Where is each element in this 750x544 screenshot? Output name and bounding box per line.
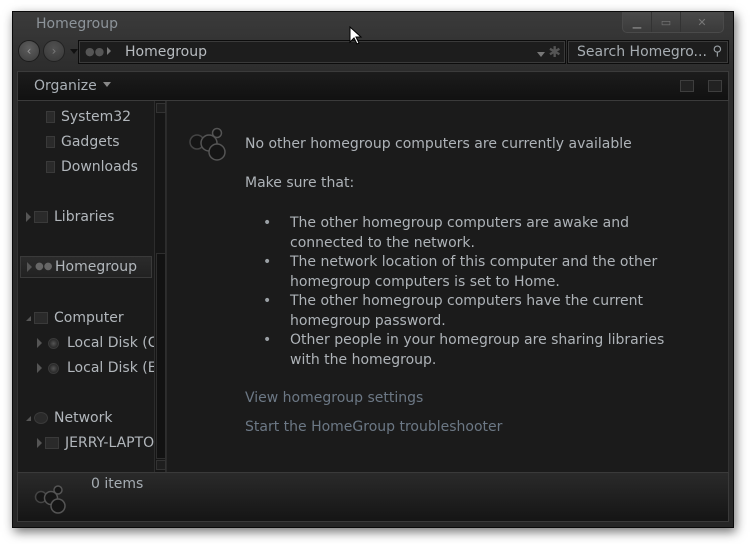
breadcrumb-chevron-icon[interactable] — [107, 47, 111, 55]
libraries-icon — [34, 211, 48, 223]
explorer-window: Homegroup ▁ ▭ ✕ ‹ › ●● Homegroup ✱ Searc… — [12, 11, 734, 528]
tree-item-gadgets[interactable]: Gadgets — [46, 131, 120, 153]
tree-item-system32[interactable]: System32 — [46, 106, 131, 128]
computer-icon — [45, 437, 59, 449]
command-bar: Organize — [17, 71, 729, 101]
maximize-icon: ▭ — [660, 15, 672, 29]
disk-icon — [48, 362, 59, 374]
computer-icon — [34, 312, 48, 324]
tree-item-label: Local Disk (E:) — [67, 360, 154, 376]
homegroup-icon: ●● — [85, 45, 105, 58]
view-homegroup-settings-link[interactable]: View homegroup settings — [245, 390, 423, 406]
expand-arrow-icon[interactable] — [37, 438, 42, 448]
window-title: Homegroup — [36, 16, 119, 32]
address-dropdown-icon[interactable] — [537, 52, 545, 57]
make-sure-heading: Make sure that: — [245, 175, 355, 191]
breadcrumb-homegroup[interactable]: Homegroup — [125, 44, 207, 60]
nav-pane-scrollbar[interactable] — [154, 101, 166, 472]
tree-item-label: Computer — [54, 310, 124, 326]
tree-item-libraries[interactable]: Libraries — [26, 206, 114, 228]
expand-arrow-icon[interactable] — [27, 262, 32, 272]
tree-item-label: System32 — [61, 109, 132, 125]
organize-button[interactable]: Organize — [34, 78, 111, 94]
tree-item-local-disk-e[interactable]: Local Disk (E:) — [37, 357, 154, 379]
tree-item-label: Network — [54, 410, 113, 426]
tree-item-computer[interactable]: Computer — [26, 307, 124, 329]
close-icon: ✕ — [697, 15, 707, 29]
search-icon[interactable]: ⚲ — [712, 44, 722, 59]
recent-pages-dropdown[interactable] — [70, 49, 78, 54]
tree-item-downloads[interactable]: Downloads — [46, 156, 138, 178]
requirement-item: The other homegroup computers are awake … — [245, 214, 665, 253]
tree-item-network[interactable]: Network — [26, 407, 112, 429]
refresh-icon[interactable]: ✱ — [548, 43, 561, 61]
content-area: System32 Gadgets Downloads Libraries ●● … — [17, 101, 729, 472]
scroll-up-button[interactable] — [156, 103, 166, 113]
help-icon[interactable] — [708, 80, 722, 92]
requirement-item: The other homegroup computers have the c… — [245, 292, 665, 331]
folder-icon — [46, 111, 55, 123]
back-button[interactable]: ‹ — [18, 40, 40, 62]
details-pane: 0 items — [17, 472, 729, 522]
close-button[interactable]: ✕ — [681, 12, 723, 32]
collapse-arrow-icon[interactable] — [26, 415, 31, 421]
folder-icon — [46, 161, 55, 173]
search-box[interactable]: Search Homegro... ⚲ — [567, 40, 729, 64]
collapse-arrow-icon[interactable] — [26, 315, 31, 321]
tree-item-label: Downloads — [61, 159, 138, 175]
requirement-item: Other people in your homegroup are shari… — [245, 331, 665, 370]
forward-button[interactable]: › — [43, 40, 65, 62]
minimize-icon: ▁ — [632, 15, 642, 29]
folder-icon — [46, 136, 55, 148]
homegroup-troubleshooter-link[interactable]: Start the HomeGroup troubleshooter — [245, 419, 502, 435]
expand-arrow-icon[interactable] — [37, 363, 42, 373]
homegroup-large-icon — [189, 127, 226, 161]
homegroup-icon: ●● — [35, 261, 53, 272]
requirement-item: The network location of this computer an… — [245, 253, 665, 292]
forward-arrow-icon: › — [51, 44, 57, 58]
scroll-thumb[interactable] — [156, 253, 166, 459]
scroll-down-button[interactable] — [156, 460, 166, 470]
item-count: 0 items — [91, 476, 144, 492]
tree-item-homegroup[interactable]: ●● Homegroup — [20, 256, 152, 278]
minimize-button[interactable]: ▁ — [623, 12, 652, 32]
address-bar[interactable]: ●● Homegroup ✱ — [78, 40, 566, 64]
tree-item-label: Homegroup — [55, 259, 138, 275]
tree-item-label: Local Disk (C: — [67, 335, 154, 351]
navigation-pane: System32 Gadgets Downloads Libraries ●● … — [18, 101, 154, 472]
tree-item-label: Gadgets — [61, 134, 120, 150]
back-arrow-icon: ‹ — [26, 44, 32, 58]
search-input[interactable]: Search Homegro... — [577, 44, 707, 60]
requirements-list: The other homegroup computers are awake … — [245, 214, 665, 370]
expand-arrow-icon[interactable] — [37, 338, 42, 348]
mouse-cursor-icon — [349, 26, 363, 45]
network-icon — [34, 412, 48, 424]
main-pane: No other homegroup computers are current… — [167, 101, 728, 472]
preview-pane-icon[interactable] — [680, 80, 694, 92]
homegroup-status-icon — [34, 485, 66, 514]
tree-item-label: Libraries — [54, 209, 115, 225]
tree-item-local-disk-c[interactable]: Local Disk (C: — [37, 332, 154, 354]
disk-icon — [48, 337, 59, 349]
expand-arrow-icon[interactable] — [26, 212, 31, 222]
no-computers-message: No other homegroup computers are current… — [245, 136, 632, 152]
caption-buttons: ▁ ▭ ✕ — [622, 12, 724, 33]
tree-item-label: JERRY-LAPTOP — [65, 435, 154, 451]
maximize-button[interactable]: ▭ — [652, 12, 681, 32]
tree-item-jerry-laptop[interactable]: JERRY-LAPTOP — [37, 432, 154, 454]
